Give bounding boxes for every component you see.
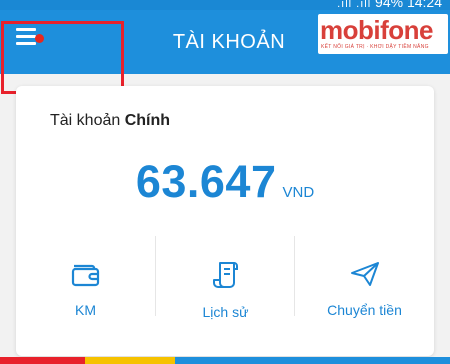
logo-wordmark: mobifone	[320, 15, 434, 45]
paper-plane-icon	[350, 262, 379, 286]
mobifone-logo: mobifone KẾT NỐI GIÁ TRỊ · KHƠI DẬY TIỀM…	[318, 14, 448, 54]
balance-amount: 63.647	[135, 156, 277, 207]
clock: 14:24	[406, 0, 442, 10]
action-history-label: Lịch sử	[202, 304, 249, 320]
account-label: Tài khoản Chính	[50, 112, 170, 130]
status-bar: .ıll .ıll 94% 14:24	[0, 0, 450, 10]
action-km-label: KM	[75, 302, 96, 318]
account-label-prefix: Tài khoản	[50, 112, 121, 129]
account-type: Chính	[124, 112, 171, 129]
action-transfer-label: Chuyển tiền	[327, 302, 402, 318]
quick-actions: KM Lịch sử Chuyển tiền	[16, 236, 434, 326]
wallet-icon	[71, 264, 99, 287]
account-card: Tài khoản Chính 63.647 VND KM Lịch sử Ch…	[16, 86, 434, 356]
balance-currency: VND	[282, 184, 315, 201]
strip-yellow	[85, 357, 175, 364]
receipt-scroll-icon	[212, 262, 238, 288]
balance: 63.647 VND	[16, 156, 434, 208]
battery-level: 94%	[375, 0, 404, 10]
bottom-color-strip	[0, 357, 450, 364]
status-readout: .ıll .ıll 94% 14:24	[337, 0, 442, 10]
action-history-button[interactable]: Lịch sử	[156, 236, 295, 326]
strip-red	[0, 357, 85, 364]
logo-tagline: KẾT NỐI GIÁ TRỊ · KHƠI DẬY TIỀM NĂNG	[321, 44, 429, 50]
action-km-button[interactable]: KM	[16, 236, 155, 326]
action-transfer-button[interactable]: Chuyển tiền	[295, 236, 434, 326]
strip-blue	[175, 357, 450, 364]
signal-icon: .ıll .ıll	[337, 0, 372, 10]
